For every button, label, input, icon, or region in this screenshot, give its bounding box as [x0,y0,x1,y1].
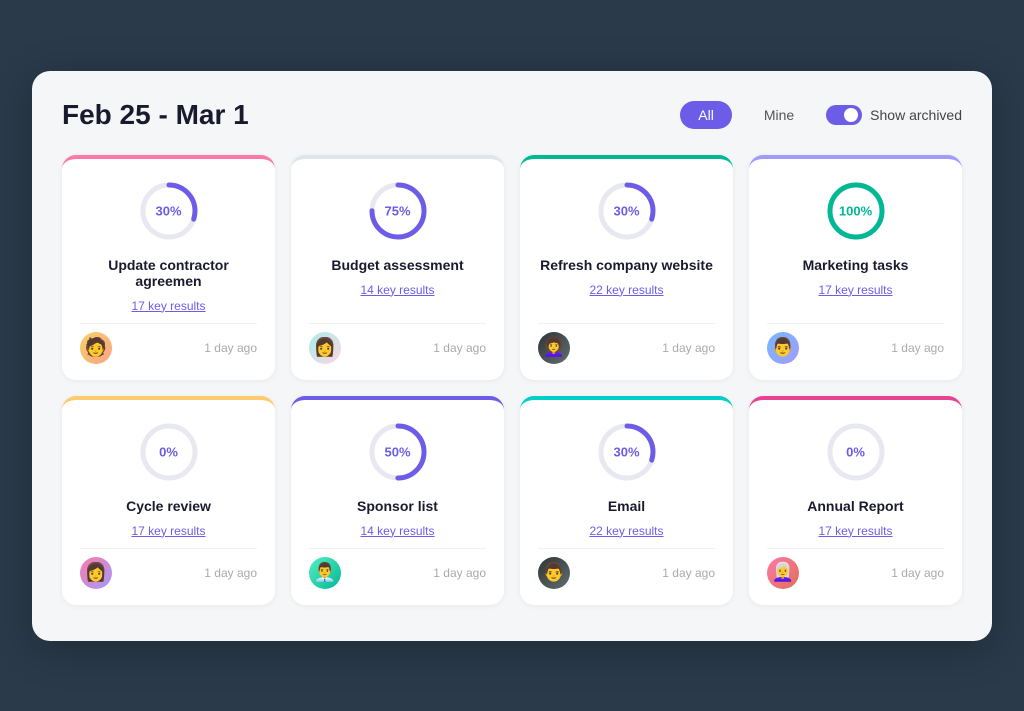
header: Feb 25 - Mar 1 All Mine Show archived [62,99,962,131]
card-key-results[interactable]: 17 key results [80,524,257,538]
filter-all-button[interactable]: All [680,101,732,129]
avatar: 👩‍🦱 [538,332,570,364]
card-title: Annual Report [767,498,944,514]
avatar: 👨 [767,332,799,364]
card-time: 1 day ago [662,566,715,580]
card-title: Update contractor agreemen [80,257,257,289]
card-key-results[interactable]: 17 key results [767,524,944,538]
card-key-results[interactable]: 14 key results [309,524,486,538]
card-footer: 👩 1 day ago [309,323,486,364]
progress-label: 0% [159,444,178,459]
avatar: 👨 [538,557,570,589]
project-card-card-2[interactable]: 75% Budget assessment 14 key results 👩 1… [291,155,504,380]
project-card-card-3[interactable]: 30% Refresh company website 22 key resul… [520,155,733,380]
card-key-results[interactable]: 17 key results [80,299,257,313]
card-time: 1 day ago [204,566,257,580]
card-title: Sponsor list [309,498,486,514]
project-card-card-6[interactable]: 50% Sponsor list 14 key results 👨‍💼 1 da… [291,396,504,605]
card-footer: 👨 1 day ago [767,323,944,364]
card-time: 1 day ago [891,341,944,355]
card-key-results[interactable]: 22 key results [538,524,715,538]
progress-label: 0% [846,444,865,459]
card-footer: 👩‍🦱 1 day ago [538,323,715,364]
progress-circle: 0% [80,420,257,484]
card-footer: 👨‍💼 1 day ago [309,548,486,589]
card-footer: 👨 1 day ago [538,548,715,589]
card-title: Refresh company website [538,257,715,273]
main-panel: Feb 25 - Mar 1 All Mine Show archived 30… [32,71,992,641]
card-title: Budget assessment [309,257,486,273]
progress-circle: 100% [767,179,944,243]
card-time: 1 day ago [433,341,486,355]
avatar: 🧑 [80,332,112,364]
card-key-results[interactable]: 14 key results [309,283,486,297]
card-time: 1 day ago [433,566,486,580]
progress-label: 30% [613,444,639,459]
card-title: Email [538,498,715,514]
card-time: 1 day ago [891,566,944,580]
card-title: Cycle review [80,498,257,514]
card-key-results[interactable]: 22 key results [538,283,715,297]
progress-label: 30% [155,203,181,218]
avatar: 👨‍💼 [309,557,341,589]
avatar: 👩‍🦳 [767,557,799,589]
show-archived-toggle-row: Show archived [826,105,962,125]
progress-label: 100% [839,203,872,218]
progress-label: 50% [384,444,410,459]
card-footer: 👩‍🦳 1 day ago [767,548,944,589]
project-card-card-5[interactable]: 0% Cycle review 17 key results 👩 1 day a… [62,396,275,605]
avatar: 👩 [309,332,341,364]
page-title: Feb 25 - Mar 1 [62,99,249,131]
project-card-card-7[interactable]: 30% Email 22 key results 👨 1 day ago [520,396,733,605]
card-time: 1 day ago [204,341,257,355]
card-time: 1 day ago [662,341,715,355]
progress-circle: 30% [538,179,715,243]
card-footer: 🧑 1 day ago [80,323,257,364]
card-footer: 👩 1 day ago [80,548,257,589]
progress-circle: 0% [767,420,944,484]
filter-mine-button[interactable]: Mine [746,101,812,129]
progress-circle: 50% [309,420,486,484]
project-card-card-1[interactable]: 30% Update contractor agreemen 17 key re… [62,155,275,380]
avatar: 👩 [80,557,112,589]
cards-grid: 30% Update contractor agreemen 17 key re… [62,155,962,605]
header-controls: All Mine Show archived [680,101,962,129]
progress-circle: 30% [538,420,715,484]
progress-circle: 75% [309,179,486,243]
card-key-results[interactable]: 17 key results [767,283,944,297]
toggle-knob [844,108,858,122]
progress-circle: 30% [80,179,257,243]
progress-label: 75% [384,203,410,218]
show-archived-toggle[interactable] [826,105,862,125]
show-archived-label: Show archived [870,107,962,123]
progress-label: 30% [613,203,639,218]
project-card-card-4[interactable]: 100% Marketing tasks 17 key results 👨 1 … [749,155,962,380]
card-title: Marketing tasks [767,257,944,273]
project-card-card-8[interactable]: 0% Annual Report 17 key results 👩‍🦳 1 da… [749,396,962,605]
